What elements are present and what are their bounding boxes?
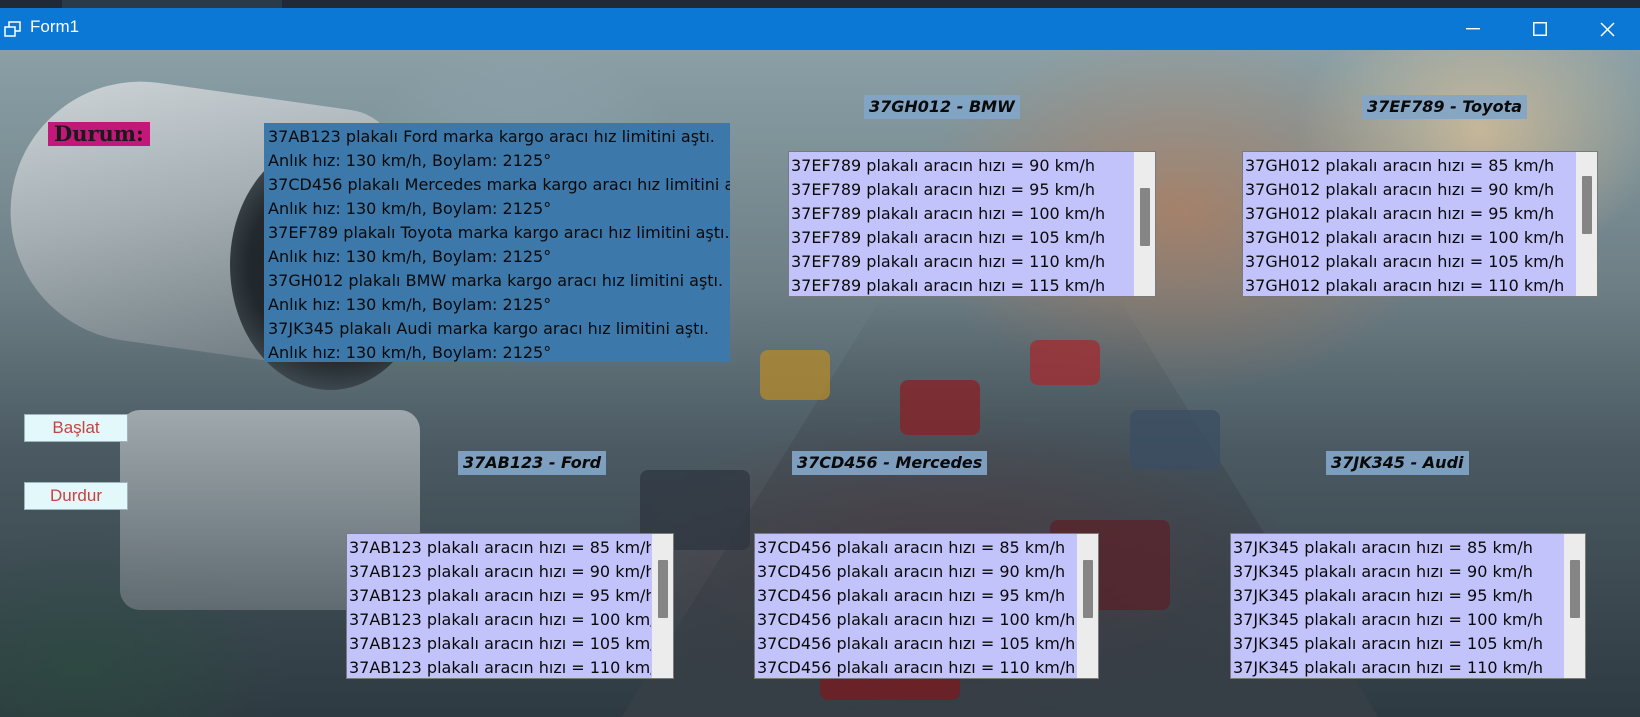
speed-list-items: 37GH012 plakalı aracın hızı = 85 km/h 37… xyxy=(1245,154,1575,296)
list-item[interactable]: 37JK345 plakalı aracın hızı = 110 km/h xyxy=(1233,656,1563,678)
list-item[interactable]: 37CD456 plakalı aracın hızı = 100 km/h xyxy=(757,608,1076,632)
speed-list-mercedes[interactable]: 37CD456 plakalı aracın hızı = 85 km/h 37… xyxy=(754,533,1099,679)
status-log[interactable]: 37AB123 plakalı Ford marka kargo aracı h… xyxy=(264,123,730,362)
minimize-button[interactable] xyxy=(1440,8,1506,50)
log-line: 37AB123 plakalı Ford marka kargo aracı h… xyxy=(268,127,715,146)
form-client-area: Durum: 37AB123 plakalı Ford marka kargo … xyxy=(0,50,1640,717)
panel-title-bmw: 37GH012 - BMW xyxy=(864,95,1020,119)
list-item[interactable]: 37EF789 plakalı aracın hızı = 110 km/h xyxy=(791,250,1133,274)
list-item[interactable]: 37EF789 plakalı aracın hızı = 95 km/h xyxy=(791,178,1133,202)
background-window-strip xyxy=(0,0,1640,8)
scrollbar-thumb[interactable] xyxy=(658,560,668,618)
list-item[interactable]: 37AB123 plakalı aracın hızı = 85 km/h xyxy=(349,536,651,560)
vertical-scrollbar[interactable] xyxy=(1564,534,1585,678)
list-item[interactable]: 37AB123 plakalı aracın hızı = 110 km/h xyxy=(349,656,651,678)
scrollbar-thumb[interactable] xyxy=(1582,176,1592,234)
background-car xyxy=(900,380,980,435)
log-line: Anlık hız: 130 km/h, Boylam: 2125° xyxy=(268,295,552,314)
list-item[interactable]: 37JK345 plakalı aracın hızı = 95 km/h xyxy=(1233,584,1563,608)
list-item[interactable]: 37AB123 plakalı aracın hızı = 90 km/h xyxy=(349,560,651,584)
panel-title-ford: 37AB123 - Ford xyxy=(458,451,607,475)
log-line: Anlık hız: 130 km/h, Boylam: 2125° xyxy=(268,199,552,218)
list-item[interactable]: 37AB123 plakalı aracın hızı = 105 km/h xyxy=(349,632,651,656)
background-car xyxy=(1030,340,1100,385)
panel-title-toyota: 37EF789 - Toyota xyxy=(1362,95,1528,119)
stop-button[interactable]: Durdur xyxy=(24,482,128,510)
list-item[interactable]: 37EF789 plakalı aracın hızı = 90 km/h xyxy=(791,154,1133,178)
list-item[interactable]: 37CD456 plakalı aracın hızı = 105 km/h xyxy=(757,632,1076,656)
speed-list-items: 37CD456 plakalı aracın hızı = 85 km/h 37… xyxy=(757,536,1076,678)
vertical-scrollbar[interactable] xyxy=(1134,152,1155,296)
background-tab xyxy=(62,0,282,8)
background-car xyxy=(760,350,830,400)
close-button[interactable] xyxy=(1574,8,1640,50)
status-label: Durum: xyxy=(48,122,150,146)
list-item[interactable]: 37JK345 plakalı aracın hızı = 85 km/h xyxy=(1233,536,1563,560)
list-item[interactable]: 37GH012 plakalı aracın hızı = 85 km/h xyxy=(1245,154,1575,178)
list-item[interactable]: 37EF789 plakalı aracın hızı = 105 km/h xyxy=(791,226,1133,250)
list-item[interactable]: 37GH012 plakalı aracın hızı = 105 km/h xyxy=(1245,250,1575,274)
list-item[interactable]: 37JK345 plakalı aracın hızı = 90 km/h xyxy=(1233,560,1563,584)
log-line: 37GH012 plakalı BMW marka kargo aracı hı… xyxy=(268,271,724,290)
list-item[interactable]: 37AB123 plakalı aracın hızı = 100 km/h xyxy=(349,608,651,632)
scrollbar-thumb[interactable] xyxy=(1570,560,1580,618)
log-line: 37EF789 plakalı Toyota marka kargo aracı… xyxy=(268,223,730,242)
scrollbar-thumb[interactable] xyxy=(1083,560,1093,618)
list-item[interactable]: 37CD456 plakalı aracın hızı = 110 km/h xyxy=(757,656,1076,678)
list-item[interactable]: 37GH012 plakalı aracın hızı = 90 km/h xyxy=(1245,178,1575,202)
speed-list-toyota[interactable]: 37GH012 plakalı aracın hızı = 85 km/h 37… xyxy=(1242,151,1598,297)
log-line: Anlık hız: 130 km/h, Boylam: 2125° xyxy=(268,343,552,362)
log-line: Anlık hız: 130 km/h, Boylam: 2125° xyxy=(268,151,552,170)
maximize-icon xyxy=(1533,22,1547,36)
list-item[interactable]: 37GH012 plakalı aracın hızı = 100 km/h xyxy=(1245,226,1575,250)
scrollbar-thumb[interactable] xyxy=(1140,188,1150,246)
panel-title-mercedes: 37CD456 - Mercedes xyxy=(792,451,988,475)
maximize-button[interactable] xyxy=(1507,8,1573,50)
list-item[interactable]: 37CD456 plakalı aracın hızı = 90 km/h xyxy=(757,560,1076,584)
speed-list-ford[interactable]: 37AB123 plakalı aracın hızı = 85 km/h 37… xyxy=(346,533,674,679)
log-line: Anlık hız: 130 km/h, Boylam: 2125° xyxy=(268,247,552,266)
list-item[interactable]: 37CD456 plakalı aracın hızı = 95 km/h xyxy=(757,584,1076,608)
list-item[interactable]: 37CD456 plakalı aracın hızı = 85 km/h xyxy=(757,536,1076,560)
speed-list-audi[interactable]: 37JK345 plakalı aracın hızı = 85 km/h 37… xyxy=(1230,533,1586,679)
app-window-icon xyxy=(4,21,22,37)
vertical-scrollbar[interactable] xyxy=(1576,152,1597,296)
list-item[interactable]: 37JK345 plakalı aracın hızı = 105 km/h xyxy=(1233,632,1563,656)
vertical-scrollbar[interactable] xyxy=(652,534,673,678)
speed-list-items: 37AB123 plakalı aracın hızı = 85 km/h 37… xyxy=(349,536,651,678)
speed-list-items: 37EF789 plakalı aracın hızı = 90 km/h 37… xyxy=(791,154,1133,296)
log-line: 37JK345 plakalı Audi marka kargo aracı h… xyxy=(268,319,709,338)
list-item[interactable]: 37GH012 plakalı aracın hızı = 95 km/h xyxy=(1245,202,1575,226)
title-bar[interactable]: Form1 xyxy=(0,8,1640,50)
vertical-scrollbar[interactable] xyxy=(1077,534,1098,678)
background-car xyxy=(1130,410,1220,470)
list-item[interactable]: 37JK345 plakalı aracın hızı = 100 km/h xyxy=(1233,608,1563,632)
list-item[interactable]: 37AB123 plakalı aracın hızı = 95 km/h xyxy=(349,584,651,608)
start-button[interactable]: Başlat xyxy=(24,414,128,442)
window-title: Form1 xyxy=(30,17,80,36)
speed-list-items: 37JK345 plakalı aracın hızı = 85 km/h 37… xyxy=(1233,536,1563,678)
close-icon xyxy=(1599,21,1615,37)
list-item[interactable]: 37EF789 plakalı aracın hızı = 115 km/h xyxy=(791,274,1133,296)
minimize-icon xyxy=(1466,28,1480,30)
panel-title-audi: 37JK345 - Audi xyxy=(1326,451,1469,475)
list-item[interactable]: 37GH012 plakalı aracın hızı = 110 km/h xyxy=(1245,274,1575,296)
log-line: 37CD456 plakalı Mercedes marka kargo ara… xyxy=(268,175,730,194)
list-item[interactable]: 37EF789 plakalı aracın hızı = 100 km/h xyxy=(791,202,1133,226)
speed-list-bmw[interactable]: 37EF789 plakalı aracın hızı = 90 km/h 37… xyxy=(788,151,1156,297)
